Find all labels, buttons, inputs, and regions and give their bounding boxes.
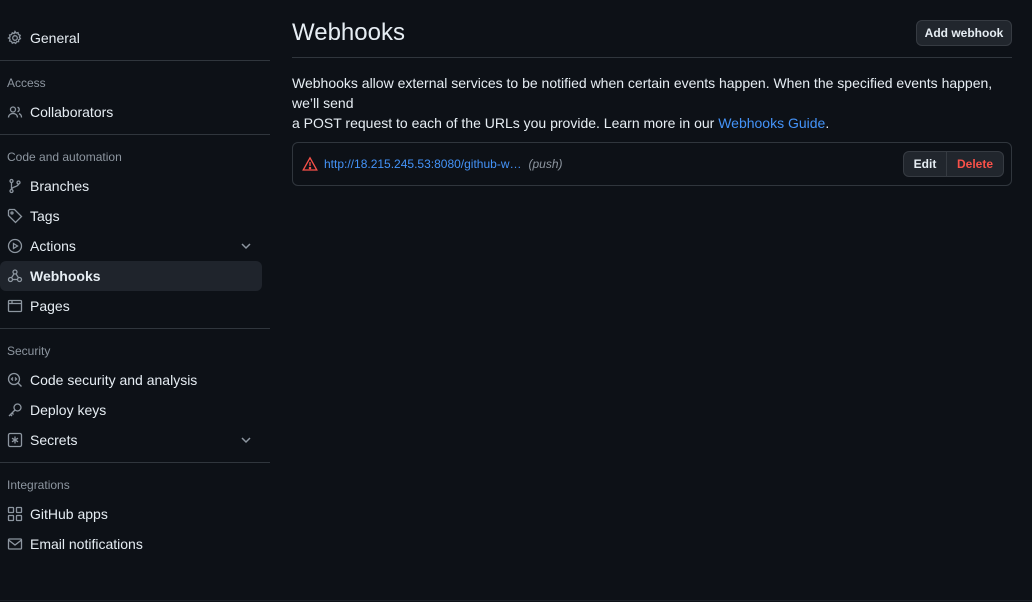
sidebar-item-pages[interactable]: Pages xyxy=(0,291,262,321)
sidebar-divider xyxy=(0,134,270,135)
sidebar-item-label: Branches xyxy=(30,178,90,194)
sidebar-item-branches[interactable]: Branches xyxy=(0,171,262,201)
sidebar-divider xyxy=(0,328,270,329)
section-heading-code: Code and automation xyxy=(7,150,122,164)
webhook-list-item: http://18.215.245.53:8080/github-w… (pus… xyxy=(292,142,1012,186)
sidebar-item-tags[interactable]: Tags xyxy=(0,201,262,231)
sidebar-item-code-security[interactable]: Code security and analysis xyxy=(0,365,262,395)
mail-icon xyxy=(7,536,23,552)
sidebar-item-label: General xyxy=(30,30,80,46)
sidebar-item-label: Deploy keys xyxy=(30,402,107,418)
webhook-actions: Edit Delete xyxy=(903,151,1004,177)
browser-icon xyxy=(7,298,23,314)
description-text: a POST request to each of the URLs you p… xyxy=(292,115,719,131)
sidebar-item-label: Email notifications xyxy=(30,536,143,552)
chevron-down-icon[interactable] xyxy=(238,432,254,448)
sidebar-item-label: GitHub apps xyxy=(30,506,108,522)
description-text: . xyxy=(825,115,830,131)
edit-button[interactable]: Edit xyxy=(903,151,947,177)
sidebar-item-label: Tags xyxy=(30,208,60,224)
codescan-icon xyxy=(7,372,23,388)
sidebar-item-github-apps[interactable]: GitHub apps xyxy=(0,499,262,529)
page-header: Webhooks Add webhook xyxy=(292,0,1012,58)
webhooks-guide-link[interactable]: Webhooks Guide xyxy=(718,115,825,131)
webhook-events: (push) xyxy=(528,157,563,171)
main-content: Webhooks Add webhook Webhooks allow exte… xyxy=(292,0,1012,186)
sidebar-item-label: Webhooks xyxy=(30,268,101,284)
apps-icon xyxy=(7,506,23,522)
sidebar-item-label: Collaborators xyxy=(30,104,114,120)
sidebar-item-webhooks[interactable]: Webhooks xyxy=(0,261,262,291)
key-icon xyxy=(7,402,23,418)
people-icon xyxy=(7,104,23,120)
sidebar-item-collaborators[interactable]: Collaborators xyxy=(0,97,262,127)
description-text: Webhooks allow external services to be n… xyxy=(292,75,993,111)
settings-sidebar: General Access Collaborators Code and au… xyxy=(0,23,270,559)
sidebar-divider xyxy=(0,60,270,61)
webhooks-description: Webhooks allow external services to be n… xyxy=(292,73,1012,133)
gear-icon xyxy=(7,30,23,46)
page-title: Webhooks xyxy=(292,19,405,46)
asterisk-box-icon xyxy=(7,432,23,448)
footer-divider xyxy=(0,600,1032,601)
delete-button[interactable]: Delete xyxy=(947,151,1004,177)
section-heading-integrations: Integrations xyxy=(7,478,70,492)
sidebar-item-email-notifications[interactable]: Email notifications xyxy=(0,529,262,559)
add-webhook-button[interactable]: Add webhook xyxy=(916,20,1012,46)
sidebar-item-deploy-keys[interactable]: Deploy keys xyxy=(0,395,262,425)
play-circle-icon xyxy=(7,238,23,254)
sidebar-item-label: Pages xyxy=(30,298,70,314)
settings-page: General Access Collaborators Code and au… xyxy=(0,0,1032,602)
sidebar-item-secrets[interactable]: Secrets xyxy=(0,425,262,455)
webhook-icon xyxy=(7,268,23,284)
webhook-url-link[interactable]: http://18.215.245.53:8080/github-w… xyxy=(324,157,521,171)
chevron-down-icon[interactable] xyxy=(238,238,254,254)
alert-icon xyxy=(302,156,318,172)
sidebar-divider xyxy=(0,462,270,463)
sidebar-item-label: Actions xyxy=(30,238,76,254)
sidebar-item-general[interactable]: General xyxy=(0,23,262,53)
sidebar-item-label: Secrets xyxy=(30,432,78,448)
tag-icon xyxy=(7,208,23,224)
sidebar-item-actions[interactable]: Actions xyxy=(0,231,262,261)
section-heading-security: Security xyxy=(7,344,51,358)
sidebar-item-label: Code security and analysis xyxy=(30,372,198,388)
git-branch-icon xyxy=(7,178,23,194)
section-heading-access: Access xyxy=(7,76,46,90)
